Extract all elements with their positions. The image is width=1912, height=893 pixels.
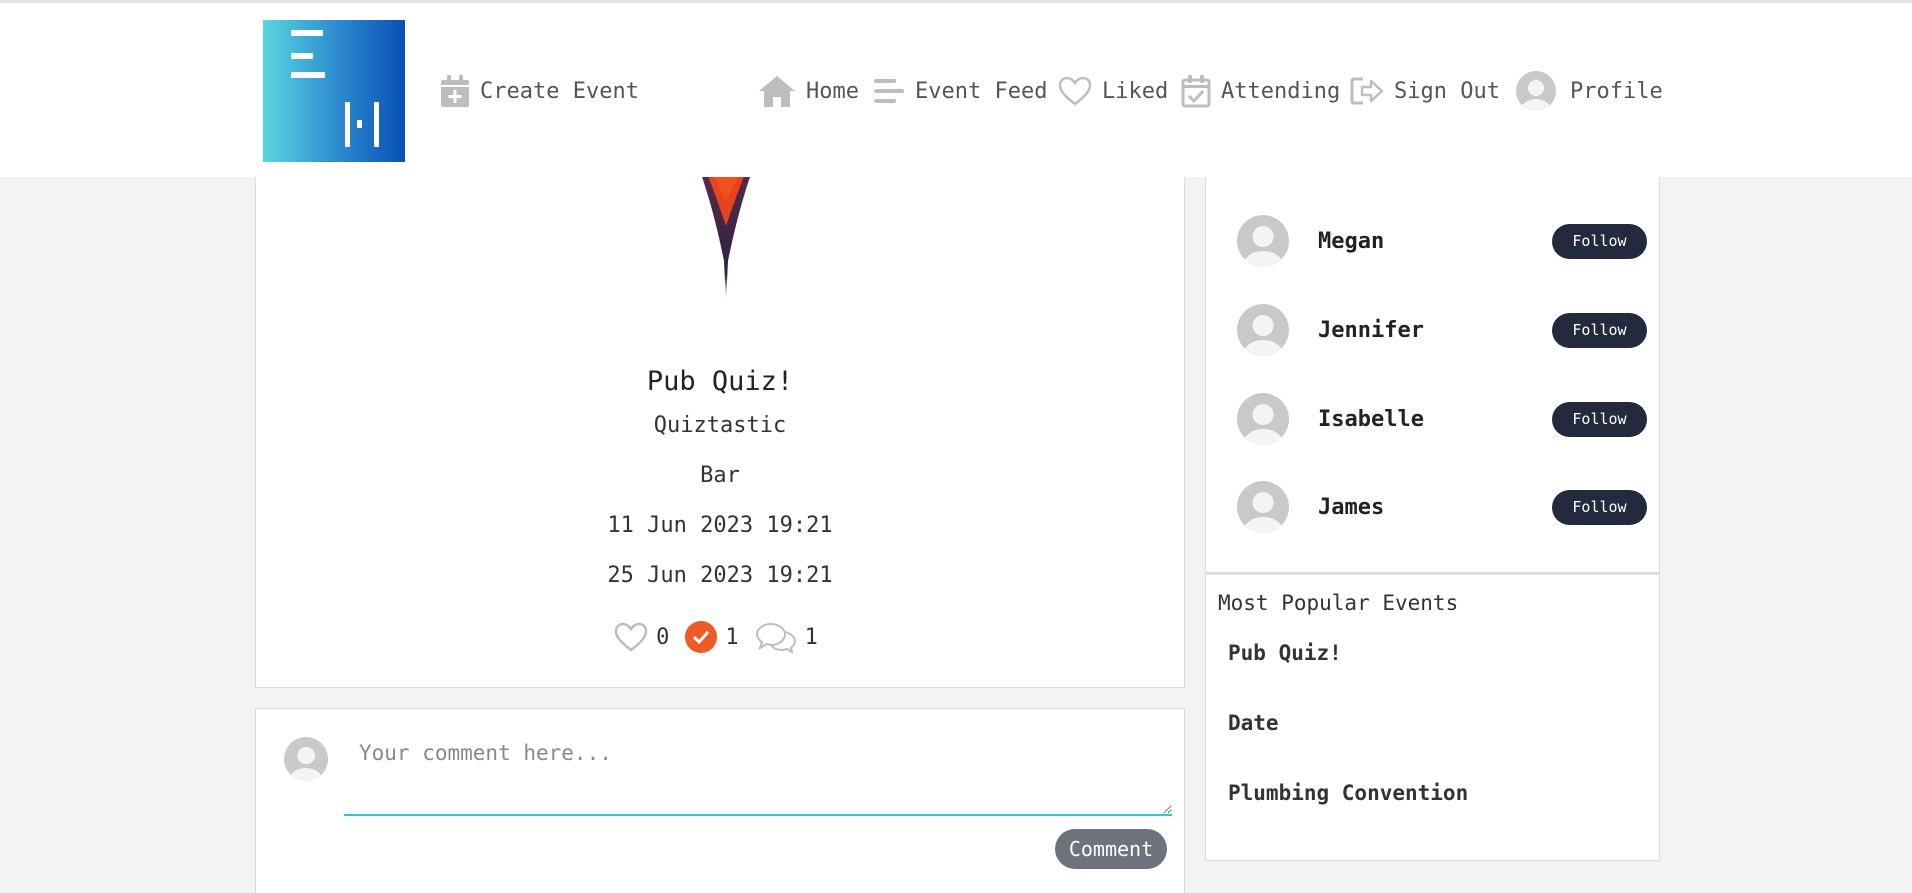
- user-avatar-icon[interactable]: [1237, 393, 1289, 445]
- calendar-check-icon: [1181, 75, 1211, 108]
- comments-icon[interactable]: [755, 621, 797, 653]
- popular-event-link[interactable]: Date: [1228, 711, 1279, 735]
- logo-mark: [357, 120, 362, 128]
- event-start-date: 11 Jun 2023 19:21: [607, 513, 833, 538]
- nav-sign-out-label: Sign Out: [1394, 78, 1500, 104]
- list-item: Isabelle Follow: [1237, 391, 1647, 447]
- commenter-avatar-icon: [284, 737, 328, 781]
- popular-event-link[interactable]: Plumbing Convention: [1228, 781, 1468, 805]
- calendar-plus-icon: [441, 75, 469, 107]
- nav-profile-label: Profile: [1570, 78, 1663, 104]
- logo-mark: [374, 102, 379, 147]
- event-stats: 0 1 1: [256, 621, 1184, 653]
- user-avatar-icon[interactable]: [1237, 304, 1289, 356]
- user-name[interactable]: Isabelle: [1318, 407, 1552, 432]
- likes-count: 0: [656, 624, 670, 650]
- feed-icon: [874, 79, 904, 103]
- event-image: [700, 171, 752, 301]
- list-item: James Follow: [1237, 479, 1647, 535]
- event-card: Pub Quiz! Quiztastic Bar 11 Jun 2023 19:…: [255, 140, 1185, 688]
- nav-home-label: Home: [806, 78, 859, 104]
- user-name[interactable]: James: [1318, 495, 1552, 520]
- comment-button[interactable]: Comment: [1055, 829, 1167, 869]
- nav-sign-out[interactable]: Sign Out: [1350, 73, 1500, 109]
- event-venue: Bar: [700, 463, 740, 488]
- event-end-date: 25 Jun 2023 19:21: [607, 563, 833, 588]
- nav-create-event-label: Create Event: [480, 78, 639, 104]
- list-item: Megan Follow: [1237, 213, 1647, 269]
- heart-icon: [1058, 76, 1092, 106]
- comment-card: Comment: [255, 708, 1185, 893]
- app-logo[interactable]: [263, 20, 405, 162]
- nav-event-feed[interactable]: Event Feed: [873, 73, 1047, 109]
- nav-liked[interactable]: Liked: [1058, 73, 1168, 109]
- nav-profile[interactable]: Profile: [1516, 71, 1663, 111]
- popular-event-link[interactable]: Pub Quiz!: [1228, 641, 1342, 665]
- user-name[interactable]: Megan: [1318, 229, 1552, 254]
- attending-count: 1: [725, 624, 739, 650]
- follow-button[interactable]: Follow: [1552, 401, 1647, 437]
- comments-count: 1: [804, 624, 818, 650]
- nav-attending[interactable]: Attending: [1181, 73, 1340, 109]
- home-icon: [759, 76, 795, 107]
- nav-home[interactable]: Home: [758, 73, 859, 109]
- top-navbar: Create Event Home Event Feed Liked Atten…: [0, 0, 1912, 177]
- sign-out-icon: [1350, 77, 1384, 105]
- event-title: Pub Quiz!: [646, 366, 794, 397]
- logo-mark: [291, 72, 325, 78]
- nav-event-feed-label: Event Feed: [915, 78, 1048, 104]
- popular-events-card: Most Popular Events Pub Quiz! Date Plumb…: [1205, 573, 1660, 861]
- logo-mark: [291, 30, 323, 36]
- attend-toggle[interactable]: [685, 621, 718, 653]
- popular-events-title: Most Popular Events: [1218, 591, 1459, 615]
- profile-avatar-icon: [1516, 71, 1556, 111]
- follow-button[interactable]: Follow: [1552, 489, 1647, 525]
- event-organizer: Quiztastic: [653, 413, 787, 438]
- list-item: Jennifer Follow: [1237, 302, 1647, 358]
- people-to-follow-card: Megan Follow Jennifer Follow Isabelle Fo…: [1205, 140, 1660, 573]
- heart-icon[interactable]: [614, 622, 648, 652]
- comment-input[interactable]: [344, 729, 1172, 816]
- follow-button[interactable]: Follow: [1552, 223, 1647, 259]
- nav-attending-label: Attending: [1221, 78, 1341, 104]
- user-avatar-icon[interactable]: [1237, 215, 1289, 267]
- user-avatar-icon[interactable]: [1237, 481, 1289, 533]
- logo-mark: [345, 102, 350, 147]
- nav-liked-label: Liked: [1102, 78, 1169, 104]
- logo-mark: [291, 53, 313, 59]
- check-icon: [693, 630, 710, 644]
- follow-button[interactable]: Follow: [1552, 312, 1647, 348]
- user-name[interactable]: Jennifer: [1318, 318, 1552, 343]
- nav-create-event[interactable]: Create Event: [440, 73, 639, 109]
